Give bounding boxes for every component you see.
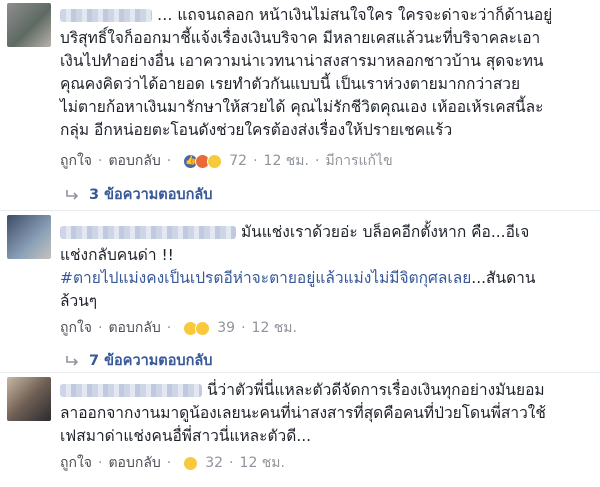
like-link[interactable]: ถูกใจ: [60, 150, 92, 172]
reply-arrow-icon: [66, 355, 79, 366]
like-link[interactable]: ถูกใจ: [60, 317, 92, 339]
divider: [0, 210, 600, 211]
reaction-count[interactable]: 32: [205, 455, 223, 471]
like-link[interactable]: ถูกใจ: [60, 452, 92, 474]
reaction-count[interactable]: 39: [217, 320, 235, 336]
comment-line: ไม่ตายก้อหาเงินมารักษาให้สวยได้ คุณไม่รั…: [60, 98, 544, 116]
commenter-name[interactable]: [60, 9, 152, 22]
reactions-summary[interactable]: [183, 320, 211, 336]
comment-text: มันแช่งเราด้วยอ่ะ บล็อคอีกตั้งหาก คือ...…: [60, 221, 592, 313]
comment-line: ล้วนๆ: [60, 292, 98, 310]
sad-reaction-icon: [183, 455, 199, 471]
timestamp[interactable]: 12 ชม.: [240, 452, 285, 474]
comment-line: นี่ว่าตัวพี่นี่แหละตัวดีจัดการเรื่องเงิน…: [206, 381, 545, 399]
view-replies-link[interactable]: 7 ข้อความตอบกลับ: [65, 349, 213, 372]
comment-line: มันแช่งเราด้วยอ่ะ บล็อคอีกตั้งหาก คือ...…: [240, 223, 530, 241]
comment-line: เฟสมาด่าแช่งคนอื่พี่สาวนี่แหละตัวดี...: [60, 427, 312, 445]
view-replies-link[interactable]: 3 ข้อความตอบกลับ: [65, 183, 213, 206]
comment-text: … แถจนถลอก หน้าเงินไม่สนใจใคร ใครจะด่าจะ…: [60, 4, 592, 142]
reply-arrow-icon: [66, 189, 79, 200]
reactions-summary[interactable]: 👍: [183, 153, 223, 169]
commenter-avatar[interactable]: [7, 377, 51, 421]
reactions-summary[interactable]: [183, 455, 199, 471]
timestamp[interactable]: 12 ชม.: [252, 317, 297, 339]
comment-line: ลาออกจากงานมาดูน้องเลยนะคนที่น่าสงสารที่…: [60, 404, 546, 422]
comment-line: แถจนถลอก หน้าเงินไม่สนใจใคร ใครจะด่าจะว่…: [177, 6, 553, 24]
comment-line: บริสุทธิ์ใจก็ออกมาชี้แจ้งเรื่องเงินบริจา…: [60, 29, 541, 47]
comment-actions: ถูกใจ · ตอบกลับ · 39 · 12 ชม.: [60, 317, 297, 339]
comment-actions: ถูกใจ · ตอบกลับ · 👍 72 · 12 ชม. · มีการแ…: [60, 150, 393, 172]
commenter-avatar[interactable]: [7, 215, 51, 259]
timestamp[interactable]: 12 ชม.: [264, 150, 309, 172]
comment-text: นี่ว่าตัวพี่นี่แหละตัวดีจัดการเรื่องเงิน…: [60, 379, 592, 448]
reaction-count[interactable]: 72: [229, 153, 247, 169]
comment-actions: ถูกใจ · ตอบกลับ · 32 · 12 ชม.: [60, 452, 285, 474]
sad-reaction-icon: [207, 153, 223, 169]
commenter-avatar[interactable]: [7, 3, 51, 47]
comment-line: แช่งกลับคนด่า !!: [60, 246, 174, 264]
edited-label[interactable]: มีการแก้ไข: [325, 150, 392, 172]
commenter-name[interactable]: [60, 384, 202, 397]
commenter-name[interactable]: [60, 226, 236, 239]
reply-link[interactable]: ตอบกลับ: [108, 317, 160, 339]
comment-line: กลุ่ม อีกหน่อยตะโอนดังช่วยใครต้องส่งเรื่…: [60, 121, 453, 139]
reply-link[interactable]: ตอบกลับ: [108, 452, 160, 474]
hashtag-link[interactable]: #ตายไปแม่งคงเป็นเปรตอีห่าจะตายอยู่แล้วแม…: [60, 269, 471, 287]
divider: [0, 372, 600, 373]
comment-line: คุณคงคิดว่าได้อายอด เรยทำตัวกันแบบนี้ เป…: [60, 75, 521, 93]
sad-reaction-icon: [195, 320, 211, 336]
reply-link[interactable]: ตอบกลับ: [108, 150, 160, 172]
comment-line: เงินไปทำอย่างอื่น เอาความน่าเวทนาน่าสงสา…: [60, 52, 544, 70]
